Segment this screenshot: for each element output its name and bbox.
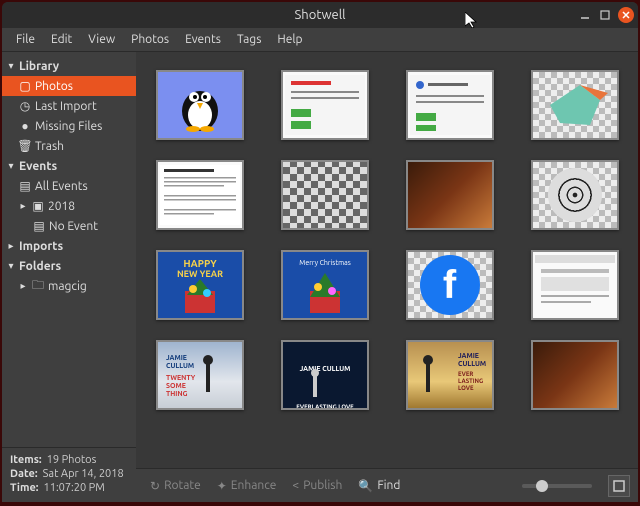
menu-file[interactable]: File xyxy=(8,30,43,49)
thumbnail[interactable] xyxy=(281,160,369,230)
close-button[interactable] xyxy=(618,7,634,23)
search-icon: 🔍 xyxy=(358,479,373,493)
thumbnail[interactable] xyxy=(156,70,244,140)
photos-icon: ▢ xyxy=(18,79,32,93)
warning-icon: ● xyxy=(18,119,32,133)
thumbnail[interactable] xyxy=(281,70,369,140)
maximize-button[interactable] xyxy=(598,8,612,22)
minimize-button[interactable] xyxy=(578,8,592,22)
tree-missing[interactable]: ●Missing Files xyxy=(2,116,136,136)
svg-text:EVERLASTING LOVE: EVERLASTING LOVE xyxy=(296,404,354,410)
thumbnail[interactable]: JAMIECULLUM EVERLASTINGLOVE xyxy=(406,340,494,410)
menu-edit[interactable]: Edit xyxy=(43,30,80,49)
thumbnail[interactable] xyxy=(531,70,619,140)
date-value: Sat Apr 14, 2018 xyxy=(43,468,124,480)
enhance-icon: ✦ xyxy=(217,479,227,493)
thumbnail[interactable] xyxy=(531,340,619,410)
menu-tags[interactable]: Tags xyxy=(229,30,269,49)
time-label: Time: xyxy=(10,482,38,494)
svg-text:LOVE: LOVE xyxy=(458,385,474,392)
items-label: Items: xyxy=(10,454,42,466)
publish-icon: < xyxy=(292,479,299,492)
rotate-icon: ↻ xyxy=(150,479,160,493)
tree-events[interactable]: ▾Events xyxy=(2,156,136,176)
calendar-icon: ▤ xyxy=(32,219,46,233)
tree: ▾Library ▢Photos ◷Last Import ●Missing F… xyxy=(2,52,136,447)
svg-text:THING: THING xyxy=(166,390,188,398)
tree-no-event[interactable]: ▤No Event xyxy=(2,216,136,236)
tree-2018[interactable]: ▸▣2018 xyxy=(2,196,136,216)
tree-folders[interactable]: ▾Folders xyxy=(2,256,136,276)
thumbnail[interactable]: f xyxy=(406,250,494,320)
thumbnail[interactable] xyxy=(531,250,619,320)
svg-text:NEW YEAR: NEW YEAR xyxy=(176,269,222,279)
svg-text:EVER: EVER xyxy=(458,371,473,378)
photo-grid: HAPPYNEW YEAR Merry Christmas f JAMIECUL… xyxy=(146,70,628,410)
svg-text:HAPPY: HAPPY xyxy=(183,258,217,269)
window-title: Shotwell xyxy=(2,8,638,22)
svg-text:JAMIE CULLUM: JAMIE CULLUM xyxy=(299,365,350,373)
items-value: 19 Photos xyxy=(47,454,97,466)
menu-help[interactable]: Help xyxy=(269,30,310,49)
svg-text:Merry Christmas: Merry Christmas xyxy=(299,259,351,267)
bottom-toolbar: ↻Rotate ✦Enhance <Publish 🔍Find xyxy=(136,468,638,502)
thumbnail[interactable] xyxy=(406,160,494,230)
tree-trash[interactable]: 🗑Trash xyxy=(2,136,136,156)
thumbnail[interactable] xyxy=(531,160,619,230)
thumbnail[interactable] xyxy=(406,70,494,140)
enhance-button[interactable]: ✦Enhance xyxy=(211,476,283,496)
chevron-right-icon: ▸ xyxy=(6,240,16,252)
menu-photos[interactable]: Photos xyxy=(123,30,177,49)
clock-icon: ◷ xyxy=(18,99,32,113)
main-area: HAPPYNEW YEAR Merry Christmas f JAMIECUL… xyxy=(136,52,638,502)
tree-last-import[interactable]: ◷Last Import xyxy=(2,96,136,116)
folder-icon: ▣ xyxy=(31,199,45,213)
svg-text:JAMIE: JAMIE xyxy=(166,354,187,362)
menubar: File Edit View Photos Events Tags Help xyxy=(2,28,638,52)
svg-text:TWENTY: TWENTY xyxy=(166,374,196,382)
tree-photos[interactable]: ▢Photos xyxy=(2,76,136,96)
chevron-down-icon: ▾ xyxy=(6,160,16,172)
thumbnail[interactable] xyxy=(156,160,244,230)
sidebar: ▾Library ▢Photos ◷Last Import ●Missing F… xyxy=(2,52,136,502)
chevron-right-icon: ▸ xyxy=(18,280,28,292)
date-label: Date: xyxy=(10,468,38,480)
svg-text:CULLUM: CULLUM xyxy=(458,360,486,368)
thumbnail[interactable]: HAPPYNEW YEAR xyxy=(156,250,244,320)
fullscreen-button[interactable] xyxy=(608,475,630,497)
folder-icon: 🗀 xyxy=(31,276,45,297)
tree-library[interactable]: ▾Library xyxy=(2,56,136,76)
thumbnail[interactable]: JAMIECULLUM TWENTYSOMETHING xyxy=(156,340,244,410)
zoom-slider[interactable] xyxy=(522,484,592,488)
thumbnail[interactable]: JAMIE CULLUM EVERLASTING LOVE xyxy=(281,340,369,410)
photo-grid-scroll[interactable]: HAPPYNEW YEAR Merry Christmas f JAMIECUL… xyxy=(136,52,638,468)
chevron-down-icon: ▾ xyxy=(6,60,16,72)
svg-text:CULLUM: CULLUM xyxy=(166,362,194,370)
rotate-button[interactable]: ↻Rotate xyxy=(144,476,207,496)
chevron-down-icon: ▾ xyxy=(6,260,16,272)
zoom-knob[interactable] xyxy=(536,480,548,492)
status-panel: Items: 19 Photos Date: Sat Apr 14, 2018 … xyxy=(2,447,136,502)
menu-view[interactable]: View xyxy=(80,30,123,49)
tree-all-events[interactable]: ▤All Events xyxy=(2,176,136,196)
time-value: 11:07:20 PM xyxy=(44,482,105,494)
titlebar: Shotwell xyxy=(2,2,638,28)
svg-text:LASTING: LASTING xyxy=(458,378,483,385)
tree-magcig[interactable]: ▸🗀magcig xyxy=(2,276,136,296)
calendar-icon: ▤ xyxy=(18,179,32,193)
menu-events[interactable]: Events xyxy=(177,30,229,49)
tree-imports[interactable]: ▸Imports xyxy=(2,236,136,256)
svg-text:JAMIE: JAMIE xyxy=(458,352,479,360)
thumbnail[interactable]: Merry Christmas xyxy=(281,250,369,320)
find-button[interactable]: 🔍Find xyxy=(352,476,406,496)
trash-icon: 🗑 xyxy=(18,139,32,153)
svg-text:SOME: SOME xyxy=(166,382,186,390)
publish-button[interactable]: <Publish xyxy=(286,476,348,495)
chevron-right-icon: ▸ xyxy=(18,200,28,212)
